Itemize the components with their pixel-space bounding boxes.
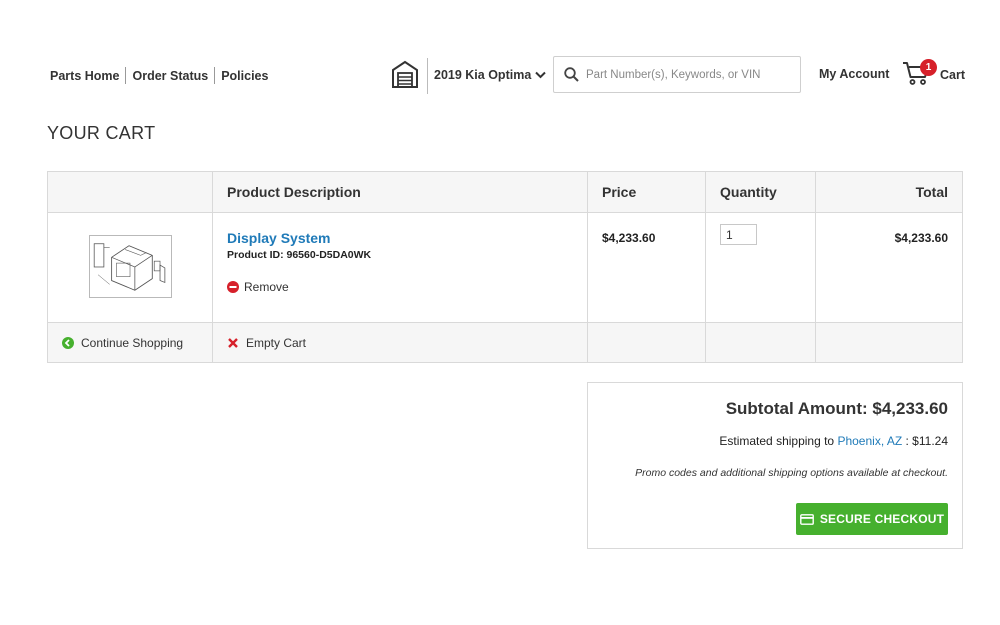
credit-card-icon [799, 513, 814, 525]
cart-link[interactable]: 1 Cart [902, 58, 965, 86]
continue-cell: Continue Shopping [47, 322, 213, 363]
garage-icon[interactable] [392, 60, 418, 88]
order-summary: Subtotal Amount: $4,233.60 Estimated shi… [587, 382, 963, 549]
page-title: YOUR CART [47, 123, 156, 143]
search-icon [564, 67, 579, 82]
remove-icon [227, 281, 239, 293]
empty-cart-button[interactable]: Empty Cart [227, 336, 306, 350]
vehicle-divider [427, 58, 428, 94]
order-status-link[interactable]: Order Status [126, 68, 214, 84]
table-header-row: Product Description Price Quantity Total [47, 171, 963, 213]
empty-cart-label: Empty Cart [246, 335, 307, 350]
cart-item-row: Display System Product ID: 96560-D5DA0WK… [47, 212, 963, 323]
parts-home-link[interactable]: Parts Home [50, 68, 125, 84]
vehicle-label: 2019 Kia Optima [434, 68, 532, 82]
action-empty-cell [705, 322, 816, 363]
cart-count-badge: 1 [920, 59, 937, 76]
shipping-prefix: Estimated shipping to [719, 434, 835, 448]
header-quantity: Quantity [705, 171, 816, 213]
secure-checkout-button[interactable]: SECURE CHECKOUT [796, 503, 948, 535]
continue-shopping-button[interactable]: Continue Shopping [62, 336, 183, 350]
item-quantity-cell [705, 212, 816, 323]
item-total: $4,233.60 [815, 212, 963, 323]
remove-label: Remove [244, 280, 289, 294]
header-price: Price [587, 171, 706, 213]
remove-item-button[interactable]: Remove [227, 280, 289, 294]
cart-label: Cart [940, 68, 966, 82]
cart-table: Product Description Price Quantity Total [47, 171, 963, 363]
action-empty-cell [815, 322, 963, 363]
item-description-cell: Display System Product ID: 96560-D5DA0WK… [212, 212, 588, 323]
header-image [47, 171, 213, 213]
header-description: Product Description [212, 171, 588, 213]
secure-checkout-label: SECURE CHECKOUT [819, 512, 945, 526]
continue-shopping-label: Continue Shopping [81, 335, 184, 350]
shipping-estimate: Estimated shipping to Phoenix, AZ : $11.… [602, 434, 948, 448]
close-icon [228, 337, 238, 348]
product-name-link[interactable]: Display System [227, 230, 573, 246]
quantity-input[interactable] [720, 224, 757, 245]
empty-cart-cell: Empty Cart [212, 322, 588, 363]
item-price: $4,233.60 [587, 212, 706, 323]
product-thumbnail[interactable] [88, 235, 172, 298]
arrow-left-circle-icon [62, 336, 74, 349]
subtotal-amount: Subtotal Amount: $4,233.60 [725, 399, 948, 418]
action-empty-cell [587, 322, 706, 363]
top-nav: Parts Home Order Status Policies [50, 67, 274, 84]
promo-note: Promo codes and additional shipping opti… [635, 467, 948, 479]
header-total: Total [815, 171, 963, 213]
cart-action-row: Continue Shopping Empty Cart [47, 322, 963, 363]
policies-link[interactable]: Policies [215, 68, 274, 84]
search-box [553, 56, 801, 93]
product-id: Product ID: 96560-D5DA0WK [227, 249, 372, 261]
shipping-cost: : $11.24 [905, 434, 948, 448]
search-input[interactable] [586, 68, 791, 81]
vehicle-selector[interactable]: 2019 Kia Optima [434, 68, 546, 82]
item-image-cell [47, 212, 213, 323]
my-account-link[interactable]: My Account [819, 67, 889, 81]
shipping-location-link[interactable]: Phoenix, AZ [837, 434, 902, 448]
chevron-down-icon [535, 71, 546, 79]
